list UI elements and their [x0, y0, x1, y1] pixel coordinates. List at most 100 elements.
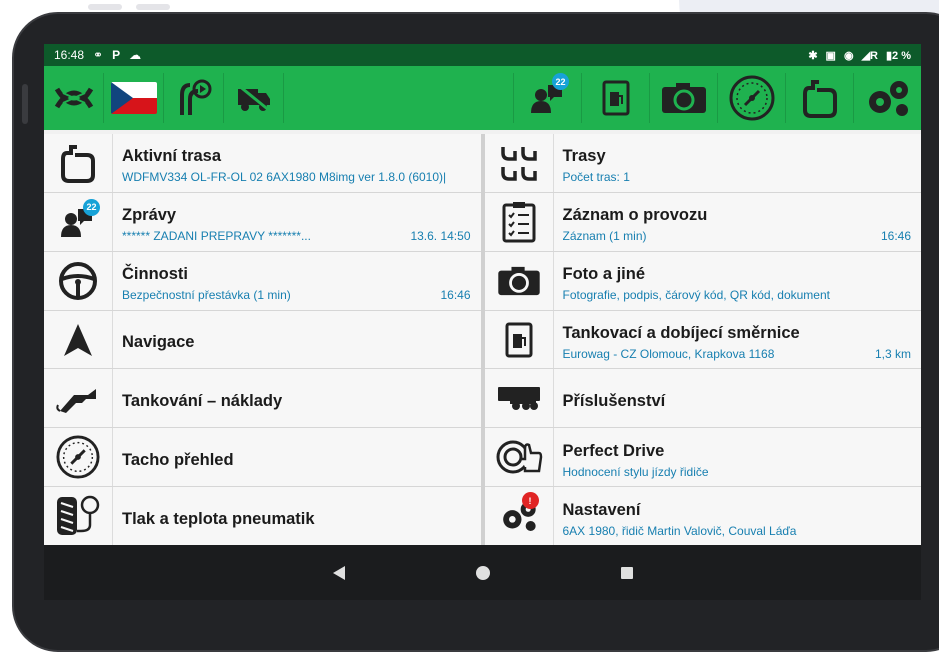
system-navigation-bar: [44, 545, 921, 600]
menu-item-tacho-prehled[interactable]: Tacho přehled: [44, 428, 481, 487]
status-time: 16:48: [54, 48, 85, 62]
camera-button[interactable]: [649, 73, 717, 123]
menu-item-subtitle: 6AX 1980, řidič Martin Valovič, Couval L…: [562, 523, 797, 538]
menu-item-tankovani[interactable]: Tankování – náklady: [44, 369, 481, 428]
menu-item-subtitle: Eurowag - CZ Olomouc, Krapkova 1168: [562, 347, 775, 361]
route-icon: [802, 80, 837, 118]
messages-button[interactable]: 22: [513, 73, 581, 123]
steering-wheel-icon-cell: [44, 251, 113, 310]
menu-item-title: Perfect Drive: [562, 441, 665, 460]
menu-item-subtitle: Bezpečnostní přestávka (1 min): [122, 288, 291, 303]
menu-item-title: Tankovací a dobíjecí směrnice: [562, 324, 800, 342]
tire-pressure-icon-cell: [44, 487, 113, 546]
menu-item-title: Zprávy: [122, 206, 177, 225]
menu-item-foto-a-jine[interactable]: Foto a jiné Fotografie, podpis, čárový k…: [484, 251, 921, 310]
route-icon: [61, 144, 95, 183]
tablet-screen: 16:48 ⚭ P ☁ ✱ ▣ ◉ ◢R ▮2 % 22 Aktivní tra…: [44, 44, 921, 600]
fuel-nozzle-icon: [56, 389, 96, 414]
tachograph-button[interactable]: [717, 73, 785, 123]
settings-alert-badge: !: [521, 492, 539, 510]
route-button[interactable]: [785, 73, 853, 123]
fuel-document-icon: [505, 322, 532, 357]
routes-icon: [500, 146, 537, 181]
cloud-icon: ☁: [129, 48, 142, 62]
menu-item-title: Nastavení: [562, 500, 641, 519]
trailer-icon-cell: [485, 369, 554, 428]
perfect-drive-icon-cell: [485, 428, 554, 487]
settings-icon-cell: !: [485, 487, 554, 546]
parking-icon: P: [112, 48, 121, 62]
menu-item-subtitle: Hodnocení stylu jízdy řidiče: [562, 464, 709, 479]
menu-item-title: Tlak a teplota pneumatik: [122, 509, 315, 528]
steering-wheel-icon: [59, 261, 97, 300]
home-icon: [475, 565, 490, 580]
menu-item-subtitle: Počet tras: 1: [562, 170, 630, 185]
menu-item-tlak-pneumatik[interactable]: Tlak a teplota pneumatik: [44, 487, 481, 546]
menu-item-zaznam-o-provozu[interactable]: Záznam o provozu Záznam (1 min) 16:46: [484, 192, 921, 251]
truck-off-button[interactable]: [224, 73, 284, 123]
menu-column-left: Aktivní trasa WDFMV334 OL-FR-OL 02 6AX19…: [44, 134, 481, 546]
route-timer-button[interactable]: [164, 73, 224, 123]
recents-button[interactable]: [614, 560, 640, 586]
camera-icon: [661, 83, 706, 113]
fuel-document-icon-cell: [485, 310, 554, 369]
menu-item-distance: 1,3 km: [874, 347, 911, 361]
language-button[interactable]: [104, 73, 164, 123]
menu-item-title: Tankování – náklady: [122, 391, 283, 410]
menu-item-prislusenstvi[interactable]: Příslušenství: [484, 369, 921, 428]
messages-badge: 22: [83, 198, 100, 216]
tachograph-icon: [56, 435, 100, 479]
vibrate-icon: ▣: [825, 49, 836, 62]
map-route-icon: [54, 87, 93, 109]
menu-item-cinnosti[interactable]: Činnosti Bezpečnostní přestávka (1 min) 1…: [44, 251, 481, 310]
settings-icon: [868, 81, 908, 116]
menu-item-subtitle: Fotografie, podpis, čárový kód, QR kód, …: [562, 288, 830, 303]
menu-item-title: Foto a jiné: [562, 265, 646, 284]
tire-pressure-icon: [57, 495, 100, 536]
fuel-document-icon: [602, 80, 629, 116]
trailer-icon: [497, 387, 540, 411]
menu-item-subtitle: WDFMV334 OL-FR-OL 02 6AX1980 M8img ver 1…: [122, 170, 447, 185]
location-icon: ◉: [843, 49, 854, 62]
menu-item-aktivni-trasa[interactable]: Aktivní trasa WDFMV334 OL-FR-OL 02 6AX19…: [44, 134, 481, 192]
menu-item-subtitle: ****** ZADANI PREPRAVY *******...: [122, 229, 311, 244]
menu-item-time: 13.6. 14:50: [410, 229, 471, 244]
messages-icon-cell: 22: [44, 192, 113, 251]
menu-item-perfect-drive[interactable]: Perfect Drive Hodnocení stylu jízdy řidi…: [484, 428, 921, 487]
menu-item-navigace[interactable]: Navigace: [44, 310, 481, 369]
menu-item-title: Příslušenství: [562, 391, 666, 410]
menu-item-title: Tacho přehled: [122, 450, 234, 469]
menu-item-tankovaci-smernice[interactable]: Tankovací a dobíjecí směrnice Eurowag - …: [484, 310, 921, 369]
decoration: [136, 4, 170, 10]
perfect-drive-icon: [496, 440, 542, 474]
routes-icon-cell: [485, 134, 554, 192]
status-bar: 16:48 ⚭ P ☁ ✱ ▣ ◉ ◢R ▮2 %: [44, 44, 921, 66]
fuel-nozzle-icon-cell: [44, 369, 113, 428]
connection-icon: ⚭: [93, 48, 104, 62]
menu-item-time: 16:46: [440, 288, 471, 303]
back-button[interactable]: [326, 560, 352, 586]
route-icon-cell: [44, 134, 113, 192]
tachograph-icon: [729, 75, 774, 121]
menu-grid: Aktivní trasa WDFMV334 OL-FR-OL 02 6AX19…: [44, 134, 921, 546]
menu-item-zpravy[interactable]: 22 Zprávy ****** ZADANI PREPRAVY *******…: [44, 192, 481, 251]
settings-button[interactable]: [853, 73, 921, 123]
tablet-side-button: [22, 84, 28, 124]
menu-item-title: Činnosti: [122, 265, 188, 284]
camera-icon: [497, 266, 540, 295]
clipboard-icon: [502, 201, 535, 243]
navigation-arrow-icon: [64, 323, 92, 356]
menu-item-trasy[interactable]: Trasy Počet tras: 1: [484, 134, 921, 192]
czech-flag-icon: [110, 82, 157, 114]
menu-item-subtitle: Záznam (1 min): [562, 229, 647, 244]
messages-badge: 22: [552, 73, 569, 90]
fuel-document-button[interactable]: [581, 73, 649, 123]
navigation-arrow-icon-cell: [44, 310, 113, 369]
menu-item-nastaveni[interactable]: ! Nastavení 6AX 1980, řidič Martin Valov…: [484, 487, 921, 546]
menu-item-title: Záznam o provozu: [562, 206, 708, 225]
signal-icon: ◢R: [861, 49, 878, 62]
home-button[interactable]: [470, 560, 496, 586]
bluetooth-icon: ✱: [808, 49, 818, 62]
map-route-button[interactable]: [44, 73, 104, 123]
camera-icon-cell: [485, 251, 554, 310]
